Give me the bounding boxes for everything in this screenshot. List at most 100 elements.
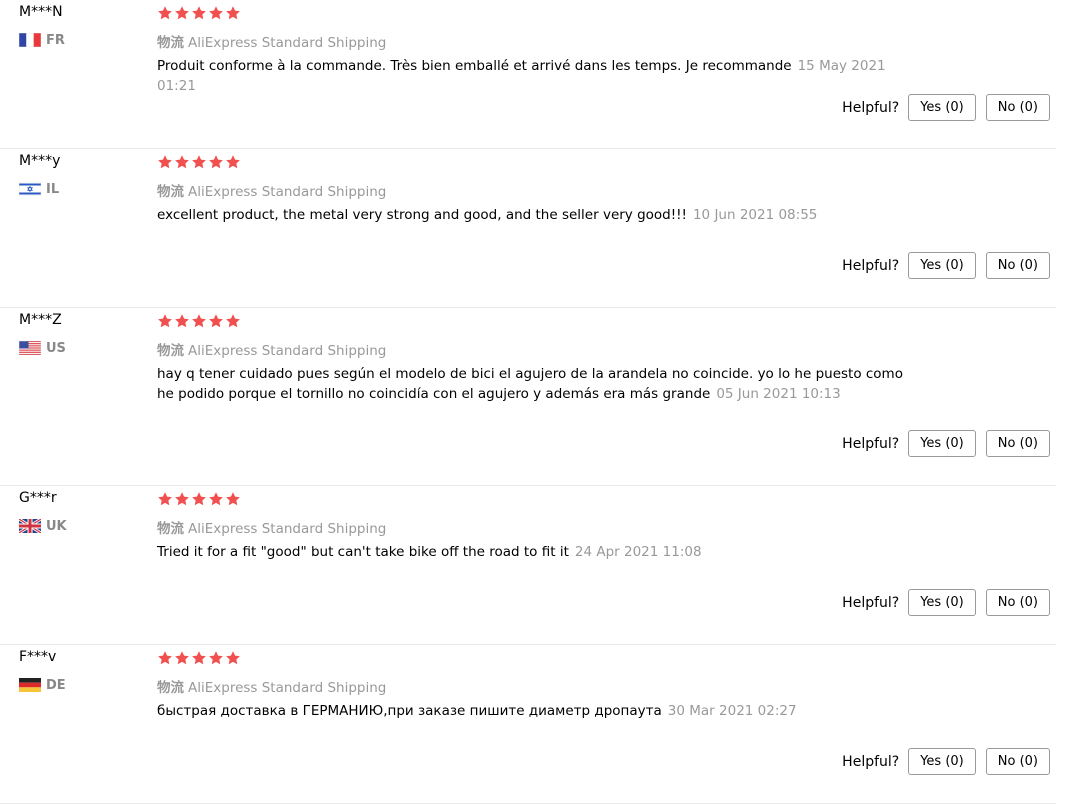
helpful-feedback: Helpful? Yes (0) No (0) — [842, 252, 1050, 279]
review-text: быстрая доставка в ГЕРМАНИЮ,при заказе п… — [157, 703, 662, 719]
star-icon — [174, 154, 191, 170]
country-code: IL — [46, 181, 60, 197]
review-item: M***y IL 物流 AliExpress Standard Shipping exc… — [0, 149, 1056, 308]
shipping-method: 物流 AliExpress Standard Shipping — [157, 339, 386, 359]
review-date: 10 Jun 2021 08:55 — [692, 207, 818, 223]
star-icon — [191, 154, 208, 170]
country-code: FR — [46, 32, 65, 48]
star-icon — [208, 5, 225, 21]
review-text: Produit conforme à la commande. Très bie… — [157, 58, 792, 74]
logistics-icon: 物流 — [157, 35, 184, 51]
reviewer-country: IL — [19, 181, 59, 197]
review-date: 30 Mar 2021 02:27 — [667, 703, 797, 719]
shipping-method: 物流 AliExpress Standard Shipping — [157, 676, 386, 696]
shipping-method: 物流 AliExpress Standard Shipping — [157, 180, 386, 200]
reviewer-name: M***y — [19, 153, 61, 169]
helpful-label: Helpful? — [842, 435, 900, 452]
logistics-icon: 物流 — [157, 343, 184, 359]
review-content: быстрая доставка в ГЕРМАНИЮ,при заказе п… — [157, 701, 917, 721]
shipping-label: AliExpress Standard Shipping — [188, 35, 387, 51]
star-icon — [174, 313, 191, 329]
helpful-label: Helpful? — [842, 257, 900, 274]
review-text: excellent product, the metal very strong… — [157, 207, 687, 223]
helpful-feedback: Helpful? Yes (0) No (0) — [842, 748, 1050, 775]
reviewer-name: M***N — [19, 4, 63, 20]
review-item: M***N FR 物流 AliExpress Standard Shipping Pro… — [0, 0, 1056, 149]
star-icon — [174, 491, 191, 507]
helpful-no-button[interactable]: No (0) — [985, 430, 1050, 457]
reviewer-country: US — [19, 340, 66, 356]
helpful-yes-button[interactable]: Yes (0) — [908, 430, 976, 457]
helpful-no-button[interactable]: No (0) — [985, 252, 1050, 279]
country-flag-icon — [19, 678, 41, 692]
shipping-label: AliExpress Standard Shipping — [188, 184, 387, 200]
review-content: Tried it for a fit "good" but can't take… — [157, 542, 917, 562]
shipping-method: 物流 AliExpress Standard Shipping — [157, 517, 386, 537]
star-icon — [208, 154, 225, 170]
review-item: M***Z US 物流 AliExpress Standard Shipping hay… — [0, 308, 1056, 486]
star-icon — [225, 5, 242, 21]
star-rating — [157, 154, 242, 170]
logistics-icon: 物流 — [157, 521, 184, 537]
star-icon — [225, 313, 242, 329]
star-icon — [157, 5, 174, 21]
reviewer-country: FR — [19, 32, 65, 48]
logistics-icon: 物流 — [157, 680, 184, 696]
helpful-label: Helpful? — [842, 99, 900, 116]
country-code: UK — [46, 518, 67, 534]
reviewer-country: UK — [19, 518, 67, 534]
star-icon — [191, 491, 208, 507]
shipping-label: AliExpress Standard Shipping — [188, 680, 387, 696]
review-date: 05 Jun 2021 10:13 — [716, 386, 841, 402]
star-icon — [225, 491, 242, 507]
star-rating — [157, 5, 242, 21]
star-icon — [157, 491, 174, 507]
shipping-method: 物流 AliExpress Standard Shipping — [157, 31, 386, 51]
star-icon — [174, 5, 191, 21]
star-rating — [157, 313, 242, 329]
review-content: hay q tener cuidado pues según el modelo… — [157, 364, 917, 404]
country-flag-icon — [19, 182, 41, 196]
star-icon — [157, 313, 174, 329]
star-icon — [191, 313, 208, 329]
reviewer-name: F***v — [19, 649, 57, 665]
star-icon — [225, 650, 242, 666]
helpful-label: Helpful? — [842, 753, 900, 770]
star-icon — [157, 154, 174, 170]
helpful-no-button[interactable]: No (0) — [985, 94, 1050, 121]
country-code: DE — [46, 677, 66, 693]
helpful-no-button[interactable]: No (0) — [985, 748, 1050, 775]
helpful-yes-button[interactable]: Yes (0) — [908, 748, 976, 775]
review-date: 24 Apr 2021 11:08 — [574, 544, 702, 560]
reviewer-name: G***r — [19, 490, 57, 506]
shipping-label: AliExpress Standard Shipping — [188, 521, 387, 537]
reviewer-name: M***Z — [19, 312, 62, 328]
star-rating — [157, 491, 242, 507]
star-icon — [157, 650, 174, 666]
star-icon — [225, 154, 242, 170]
logistics-icon: 物流 — [157, 184, 184, 200]
helpful-feedback: Helpful? Yes (0) No (0) — [842, 430, 1050, 457]
helpful-no-button[interactable]: No (0) — [985, 589, 1050, 616]
country-flag-icon — [19, 341, 41, 355]
country-flag-icon — [19, 519, 41, 533]
country-code: US — [46, 340, 66, 356]
star-icon — [208, 650, 225, 666]
review-item: G***r UK 物流 AliExpress Standard Shipping Tri… — [0, 486, 1056, 645]
star-icon — [174, 650, 191, 666]
reviewer-country: DE — [19, 677, 66, 693]
country-flag-icon — [19, 33, 41, 47]
helpful-yes-button[interactable]: Yes (0) — [908, 252, 976, 279]
helpful-label: Helpful? — [842, 594, 900, 611]
star-icon — [191, 5, 208, 21]
shipping-label: AliExpress Standard Shipping — [188, 343, 387, 359]
star-icon — [208, 313, 225, 329]
review-content: Produit conforme à la commande. Très bie… — [157, 56, 917, 96]
star-rating — [157, 650, 242, 666]
helpful-yes-button[interactable]: Yes (0) — [908, 589, 976, 616]
helpful-feedback: Helpful? Yes (0) No (0) — [842, 589, 1050, 616]
review-content: excellent product, the metal very strong… — [157, 205, 917, 225]
helpful-yes-button[interactable]: Yes (0) — [908, 94, 976, 121]
helpful-feedback: Helpful? Yes (0) No (0) — [842, 94, 1050, 121]
star-icon — [191, 650, 208, 666]
